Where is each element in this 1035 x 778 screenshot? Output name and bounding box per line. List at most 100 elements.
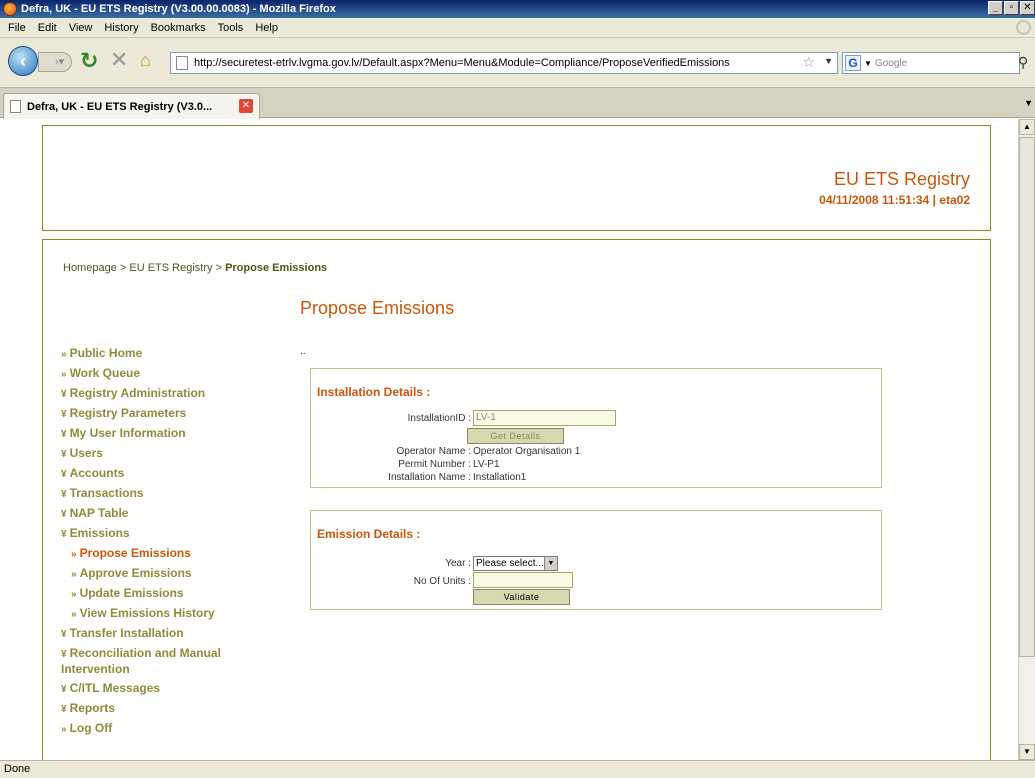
close-window-button[interactable]: ✕ [1020, 1, 1035, 15]
sidebar-item-emissions[interactable]: ¥ Emissions [61, 524, 281, 544]
sidebar-item-registry-parameters[interactable]: ¥ Registry Parameters [61, 404, 281, 424]
sidebar-item-my-user-information[interactable]: ¥ My User Information [61, 424, 281, 444]
installation-id-input[interactable]: LV-1 [473, 410, 616, 426]
sidebar-item-label: C/ITL Messages [69, 681, 161, 695]
expand-chevron-icon: ¥ [61, 684, 67, 695]
breadcrumb-separator: > [116, 262, 130, 274]
sidebar-item-label: Approve Emissions [79, 566, 192, 580]
search-engine-dropdown-icon[interactable]: ▼ [864, 59, 872, 68]
breadcrumb-homepage[interactable]: Homepage [63, 262, 117, 274]
sidebar-item-accounts[interactable]: ¥ Accounts [61, 464, 281, 484]
site-title: EU ETS Registry [833, 169, 970, 189]
stop-icon[interactable]: ✕ [110, 49, 128, 71]
sidebar-item-transactions[interactable]: ¥ Transactions [61, 484, 281, 504]
sidebar-item-update-emissions[interactable]: » Update Emissions [61, 584, 281, 604]
installation-name-label: Installation Name : [388, 472, 471, 483]
sidebar-item-label: Registry Parameters [69, 406, 187, 420]
expand-chevron-icon: ¥ [61, 629, 67, 640]
emission-details-heading: Emission Details : [317, 527, 421, 541]
breadcrumb-separator: > [212, 262, 226, 274]
breadcrumb: Homepage > EU ETS Registry > Propose Emi… [63, 262, 327, 274]
sidebar-item-users[interactable]: ¥ Users [61, 444, 281, 464]
search-icon[interactable]: ⚲ [1018, 54, 1028, 71]
sidebar-item-c-itl-messages[interactable]: ¥ C/ITL Messages [61, 679, 281, 699]
sidebar-item-label: Public Home [69, 346, 143, 360]
menu-bar: File Edit View History Bookmarks Tools H… [0, 18, 1035, 38]
chevron-down-icon[interactable]: ▼ [544, 557, 557, 570]
maximize-button[interactable]: ▫ [1004, 1, 1019, 15]
menu-file[interactable]: File [2, 22, 32, 34]
close-tab-icon[interactable]: ✕ [239, 99, 253, 113]
forward-button[interactable]: ›▾ [38, 52, 72, 72]
expand-chevron-icon: ¥ [61, 469, 67, 480]
status-bar: Done [0, 760, 1035, 778]
sidebar-item-label: Transactions [69, 486, 144, 500]
navigation-toolbar: ›▾ ‹ ↻ ✕ ⌂ http://securetest-etrlv.lvgma… [0, 38, 1035, 88]
menu-edit[interactable]: Edit [32, 22, 63, 34]
sidebar-item-registry-administration[interactable]: ¥ Registry Administration [61, 384, 281, 404]
window-titlebar: Defra, UK - EU ETS Registry (V3.00.00.00… [0, 0, 1035, 18]
breadcrumb-eu-ets[interactable]: EU ETS Registry [129, 262, 212, 274]
sidebar-item-approve-emissions[interactable]: » Approve Emissions [61, 564, 281, 584]
double-arrow-icon: » [71, 589, 77, 600]
scroll-thumb[interactable] [1019, 137, 1035, 657]
sidebar-item-label: My User Information [69, 426, 186, 440]
double-arrow-icon: » [61, 369, 67, 380]
expand-chevron-icon: ¥ [61, 649, 67, 660]
sidebar-item-label: Emissions [69, 526, 130, 540]
sidebar-item-label: Users [69, 446, 103, 460]
minimize-button[interactable]: _ [988, 1, 1003, 15]
menu-bookmarks[interactable]: Bookmarks [145, 22, 212, 34]
scroll-up-icon[interactable]: ▲ [1019, 119, 1035, 135]
sidebar-item-public-home[interactable]: » Public Home [61, 344, 281, 364]
year-select[interactable]: Please select... ▼ [473, 556, 558, 571]
window-title: Defra, UK - EU ETS Registry (V3.00.00.00… [21, 3, 336, 15]
page-content: EU ETS Registry 04/11/2008 11:51:34 | et… [0, 119, 1018, 760]
reload-icon[interactable]: ↻ [80, 50, 98, 72]
home-icon[interactable]: ⌂ [140, 49, 151, 71]
expand-chevron-icon: ¥ [61, 409, 67, 420]
menu-tools[interactable]: Tools [212, 22, 250, 34]
scroll-down-icon[interactable]: ▼ [1019, 744, 1035, 760]
menu-view[interactable]: View [63, 22, 99, 34]
site-header: EU ETS Registry 04/11/2008 11:51:34 | et… [42, 125, 991, 231]
expand-chevron-icon: ¥ [61, 529, 67, 540]
emission-details-panel: Emission Details : Year : Please select.… [310, 510, 882, 610]
permit-number-label: Permit Number : [398, 459, 471, 470]
sidebar-item-label: View Emissions History [79, 606, 215, 620]
no-of-units-label: No Of Units : [413, 576, 471, 587]
sidebar-item-label: Reconciliation and Manual Intervention [61, 646, 221, 676]
no-of-units-input[interactable] [473, 572, 573, 588]
sidebar-item-transfer-installation[interactable]: ¥ Transfer Installation [61, 624, 281, 644]
installation-details-heading: Installation Details : [317, 385, 431, 399]
sidebar-item-label: NAP Table [69, 506, 129, 520]
google-icon[interactable]: G [845, 55, 861, 71]
get-details-button[interactable]: Get Details [467, 428, 564, 444]
tab-list-icon[interactable]: ▼ [1024, 98, 1033, 108]
browser-tab[interactable]: Defra, UK - EU ETS Registry (V3.0... ✕ [3, 93, 260, 119]
back-button[interactable]: ‹ [8, 46, 38, 76]
search-input[interactable]: Google [875, 58, 907, 69]
permit-number-value: LV-P1 [473, 459, 500, 470]
main-body: Homepage > EU ETS Registry > Propose Emi… [42, 239, 991, 760]
vertical-scrollbar[interactable]: ▲ ▼ [1018, 119, 1035, 760]
sidebar-item-propose-emissions[interactable]: » Propose Emissions [61, 544, 281, 564]
url-bar[interactable]: http://securetest-etrlv.lvgma.gov.lv/Def… [170, 52, 838, 74]
sidebar-item-nap-table[interactable]: ¥ NAP Table [61, 504, 281, 524]
url-dropdown-icon[interactable]: ▼ [824, 56, 833, 66]
menu-history[interactable]: History [98, 22, 144, 34]
sidebar-item-label: Propose Emissions [79, 546, 191, 560]
sidebar-item-view-emissions-history[interactable]: » View Emissions History [61, 604, 281, 624]
menu-help[interactable]: Help [249, 22, 284, 34]
sidebar-item-reports[interactable]: ¥ Reports [61, 699, 281, 719]
sidebar-menu: » Public Home» Work Queue ¥ Registry Adminis… [61, 344, 281, 739]
sidebar-item-reconciliation-and-manual-intervention[interactable]: ¥ Reconciliation and Manual Intervention [61, 646, 281, 677]
validate-button[interactable]: Validate [473, 589, 570, 605]
sidebar-item-log-off[interactable]: » Log Off [61, 719, 281, 739]
bookmark-star-icon[interactable]: ☆ [802, 54, 815, 71]
installation-details-panel: Installation Details : InstallationID : … [310, 368, 882, 488]
search-box[interactable]: G ▼ Google [842, 52, 1020, 74]
operator-name-label: Operator Name : [396, 446, 471, 457]
breadcrumb-current: Propose Emissions [225, 262, 328, 274]
sidebar-item-work-queue[interactable]: » Work Queue [61, 364, 281, 384]
